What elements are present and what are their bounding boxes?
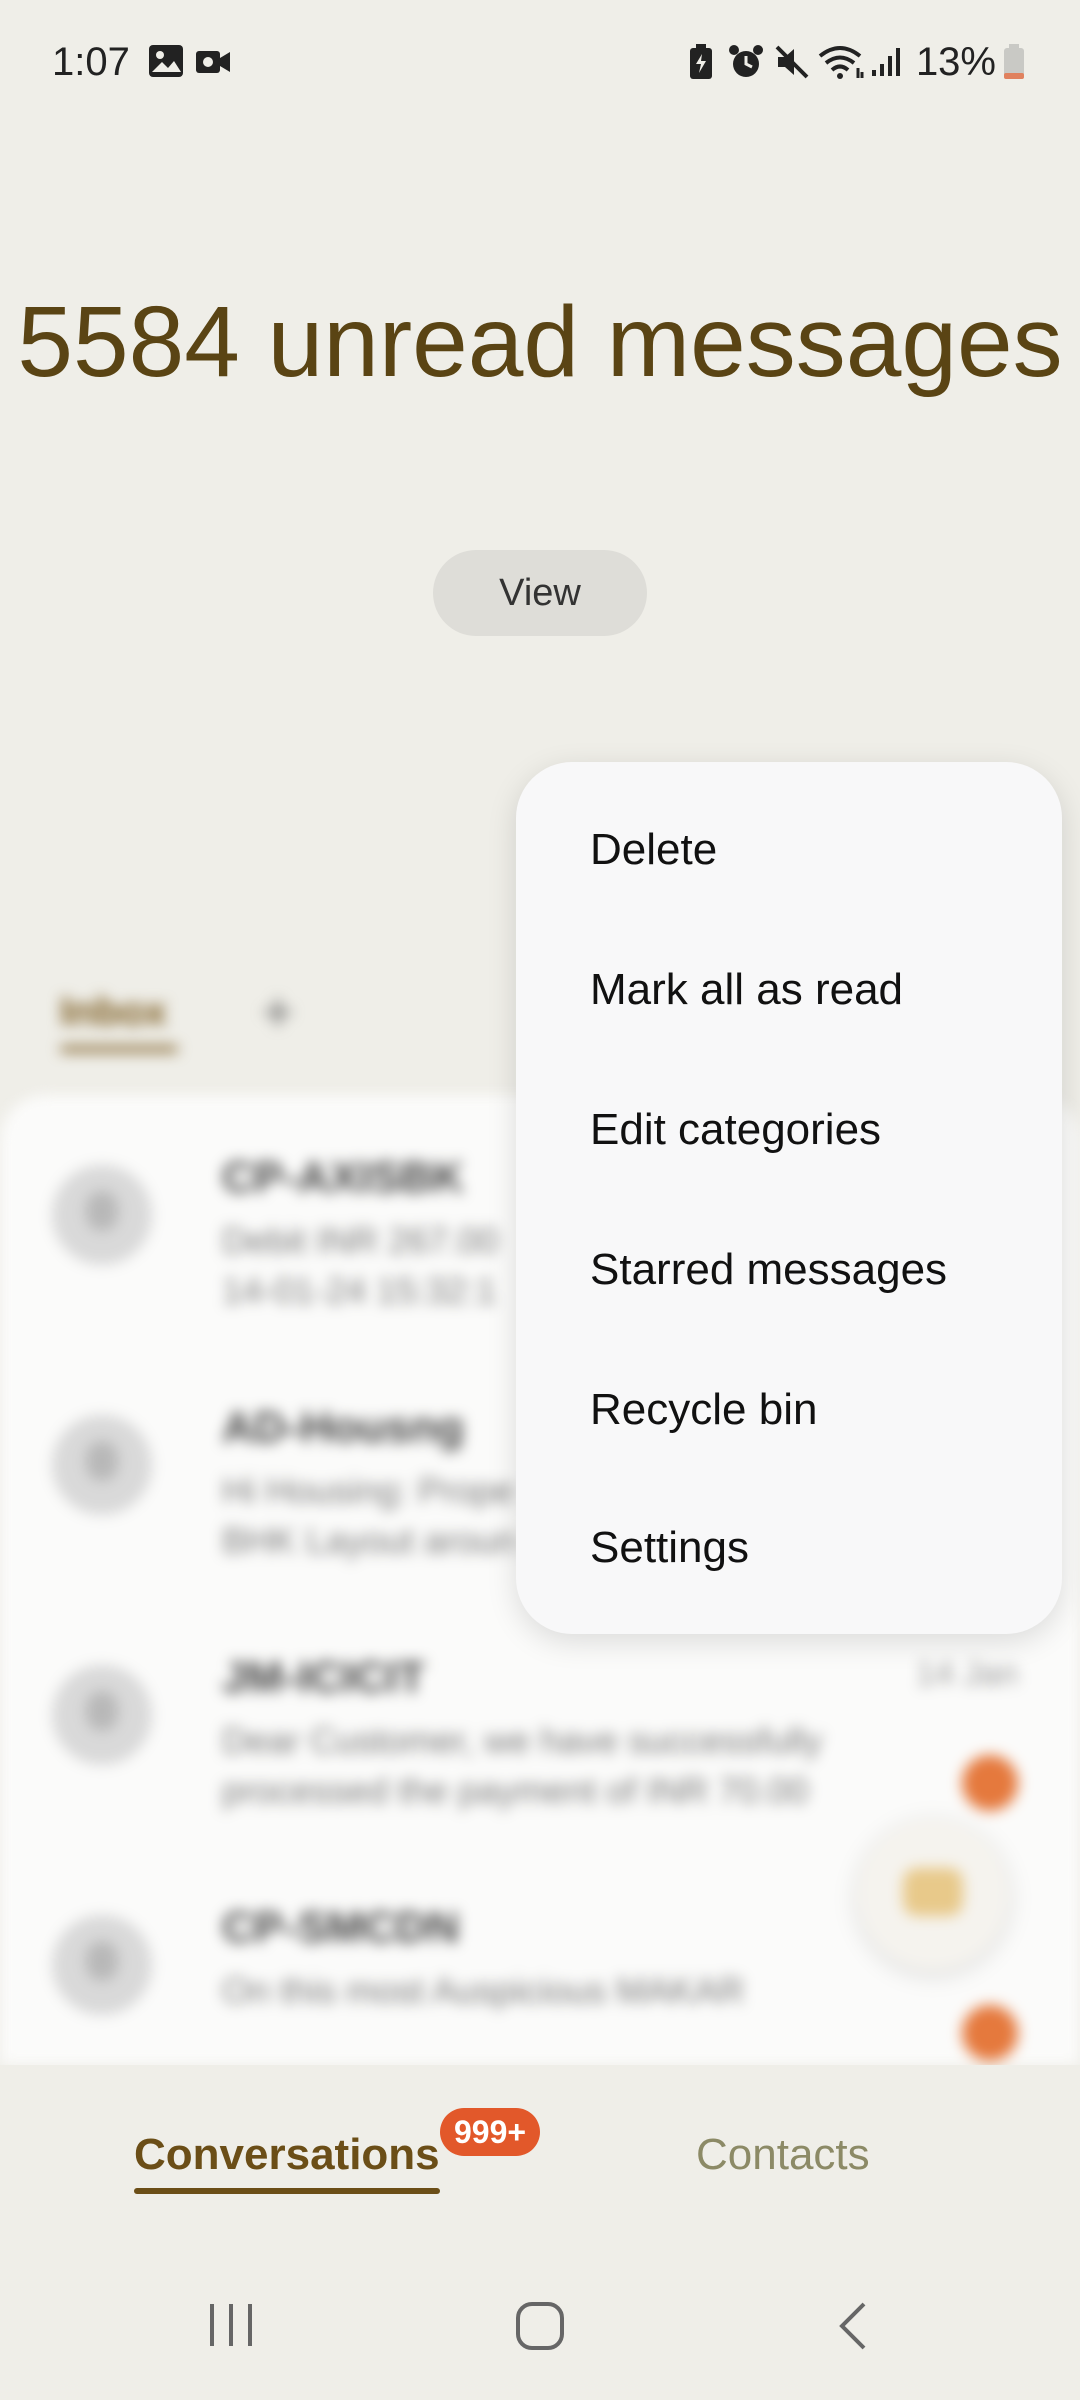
menu-item-recycle-bin[interactable]: Recycle bin <box>590 1380 1050 1440</box>
menu-item-settings[interactable]: Settings <box>590 1518 1050 1578</box>
wifi-icon <box>818 46 864 79</box>
conversation-sender: CP-AXISBK <box>222 1153 465 1202</box>
conversation-preview: On this most Auspicious MAKAR <box>222 1970 745 2011</box>
menu-item-mark-all-read[interactable]: Mark all as read <box>590 960 1050 1020</box>
unread-badge: 999+ <box>440 2108 541 2156</box>
video-recording-icon <box>196 51 230 73</box>
avatar <box>52 1665 152 1765</box>
unread-indicator <box>962 2005 1018 2061</box>
alarm-icon <box>729 45 763 77</box>
view-button[interactable]: View <box>433 550 647 636</box>
avatar <box>52 1915 152 2015</box>
battery-icon <box>1004 44 1024 79</box>
compose-button[interactable] <box>858 1820 1008 1970</box>
home-icon[interactable] <box>514 2300 566 2352</box>
conversation-sender: AD-Housng <box>222 1403 464 1452</box>
conversation-preview: Dear Customer, we have successfully <box>222 1720 823 1761</box>
unread-count-title: 5584 unread messages <box>17 286 1063 398</box>
plus-icon[interactable]: + <box>262 985 294 1039</box>
tab-conversations[interactable]: Conversations <box>134 2130 440 2180</box>
conversation-preview: processed the payment of INR 70.00 <box>222 1770 809 1811</box>
status-time: 1:07 <box>52 40 130 84</box>
signal-icon <box>872 48 900 76</box>
conversation-date: 14 Jan <box>915 1655 1018 1693</box>
conversation-sender: JM-ICICIT <box>222 1653 425 1702</box>
tab-inbox[interactable]: Inbox <box>60 990 167 1035</box>
mute-icon <box>775 45 809 79</box>
menu-item-delete[interactable]: Delete <box>590 820 1050 880</box>
tab-conversations-indicator <box>134 2188 440 2194</box>
avatar <box>52 1165 152 1265</box>
compose-icon <box>903 1868 963 1916</box>
menu-item-edit-categories[interactable]: Edit categories <box>590 1100 1050 1160</box>
status-bar: 1:07 13% <box>0 0 1080 120</box>
tab-inbox-indicator <box>60 1046 178 1052</box>
back-icon[interactable] <box>834 2300 874 2352</box>
overflow-menu: Delete Mark all as read Edit categories … <box>516 762 1062 1634</box>
conversation-sender: CP-SMCDN <box>222 1903 460 1952</box>
avatar <box>52 1415 152 1515</box>
battery-saver-icon <box>690 44 712 79</box>
gallery-icon <box>149 45 183 77</box>
recents-icon[interactable] <box>206 2300 256 2350</box>
unread-indicator <box>962 1755 1018 1811</box>
menu-item-starred-messages[interactable]: Starred messages <box>590 1240 1050 1300</box>
tab-contacts[interactable]: Contacts <box>696 2130 870 2180</box>
battery-percentage: 13% <box>915 40 996 84</box>
